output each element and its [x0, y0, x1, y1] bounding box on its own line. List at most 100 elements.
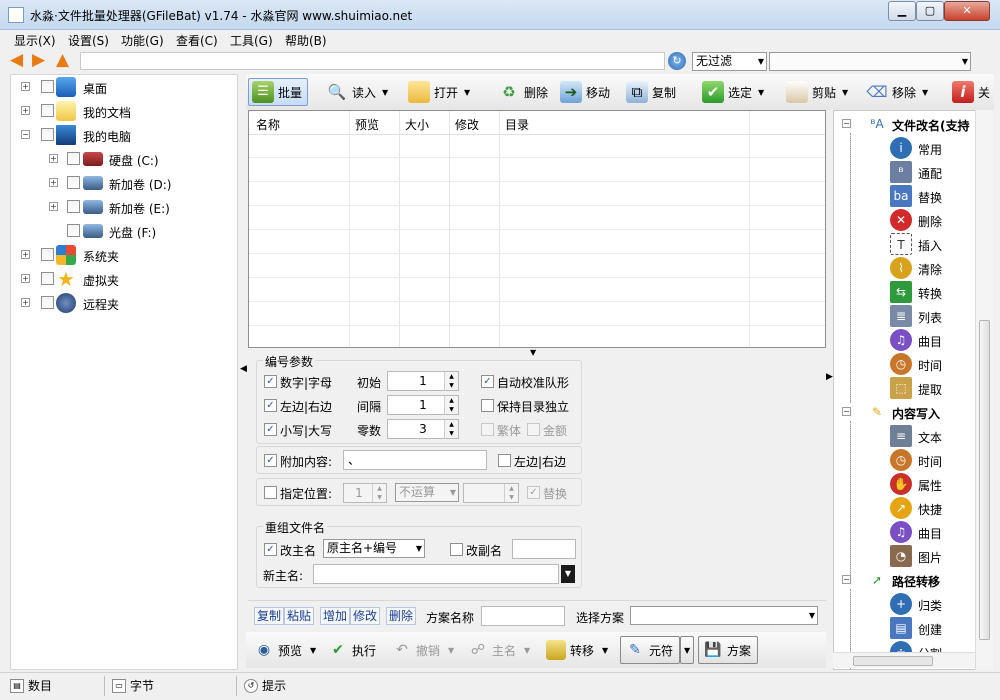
tree-checkbox[interactable]	[41, 104, 54, 117]
spinner-arrows-icon[interactable]: ▲ ▼	[372, 484, 386, 502]
chevron-down-icon[interactable]: ▼	[448, 646, 454, 655]
column-size[interactable]: 大小	[405, 116, 429, 133]
func-attributes[interactable]: ✋ 属性	[890, 473, 980, 495]
tree-checkbox[interactable]	[41, 296, 54, 309]
lower-upper-checkbox[interactable]: ✓	[264, 423, 277, 436]
transfer-button[interactable]: 转移 ▼	[546, 636, 608, 664]
interval-spinner[interactable]: 1 ▲ ▼	[387, 395, 459, 415]
menu-settings[interactable]: 设置(S)	[68, 32, 109, 49]
position-spinner[interactable]: 1 ▲ ▼	[343, 483, 387, 503]
spinner-arrows-icon[interactable]: ▲ ▼	[504, 484, 518, 502]
left-splitter[interactable]: ◀	[240, 74, 247, 670]
column-directory[interactable]: 目录	[505, 116, 529, 133]
menu-view[interactable]: 查看(C)	[176, 32, 218, 49]
filter-select[interactable]: 无过滤 ▼	[692, 52, 767, 71]
minimize-button[interactable]: ▁	[888, 1, 916, 21]
spinner-arrows-icon[interactable]: ▲ ▼	[444, 420, 458, 438]
expand-icon[interactable]: +	[21, 250, 30, 259]
chevron-down-icon[interactable]: ▼	[922, 88, 928, 97]
replace-checkbox[interactable]: ✓	[527, 486, 540, 499]
expand-icon[interactable]: +	[21, 274, 30, 283]
tree-item-drive-c[interactable]: + 硬盘 (C:)	[49, 149, 234, 169]
delete-button[interactable]: ♻ 删除	[498, 78, 548, 106]
func-delete[interactable]: ✕ 删除	[890, 209, 980, 231]
path-input[interactable]	[80, 52, 665, 70]
position-op-select[interactable]: 不运算 ▼	[395, 483, 459, 502]
expand-icon[interactable]: +	[49, 154, 58, 163]
new-main-dropdown-icon[interactable]: ▼	[561, 565, 575, 583]
left-right-checkbox[interactable]: ✓	[264, 399, 277, 412]
main-mode-select[interactable]: 原主名+编号 ▼	[323, 539, 425, 558]
tree-checkbox[interactable]	[67, 200, 80, 213]
batch-button[interactable]: ☰ 批量	[248, 78, 309, 106]
tree-checkbox[interactable]	[41, 248, 54, 261]
scheme-name-input[interactable]	[481, 606, 565, 626]
zeros-spinner[interactable]: 3 ▲ ▼	[387, 419, 459, 439]
tree-checkbox[interactable]	[41, 128, 54, 141]
scrollbar-thumb[interactable]	[853, 656, 933, 666]
append-checkbox[interactable]: ✓	[264, 454, 277, 467]
up-arrow-icon[interactable]: ▲	[56, 52, 74, 70]
traditional-checkbox[interactable]	[481, 423, 494, 436]
scrollbar-thumb[interactable]	[979, 320, 990, 640]
func-picture[interactable]: ◔ 图片	[890, 545, 980, 567]
func-extract[interactable]: ⬚ 提取	[890, 377, 980, 399]
func-list[interactable]: ≣ 列表	[890, 305, 980, 327]
amount-checkbox[interactable]	[527, 423, 540, 436]
append-input[interactable]: 、	[343, 450, 487, 470]
tree-item-system[interactable]: + 系统夹	[21, 245, 231, 265]
meta-dropdown-button[interactable]: ▼	[680, 636, 695, 664]
tree-item-virtual[interactable]: + ★ 虚拟夹	[21, 269, 231, 289]
start-spinner[interactable]: 1 ▲ ▼	[387, 371, 459, 391]
close-button[interactable]: ✕	[944, 1, 990, 21]
function-panel-hscrollbar[interactable]	[833, 652, 975, 668]
refresh-icon[interactable]: ↻	[668, 52, 686, 70]
menu-display[interactable]: 显示(X)	[14, 32, 56, 49]
collapse-icon[interactable]: −	[842, 575, 851, 584]
maximize-button[interactable]: ▢	[916, 1, 944, 21]
meta-button[interactable]: ✎ 元符	[620, 636, 681, 664]
chevron-down-icon[interactable]: ▼	[842, 88, 848, 97]
chevron-down-icon[interactable]: ▼	[602, 646, 608, 655]
collapse-icon[interactable]: −	[21, 130, 30, 139]
func-insert[interactable]: T 插入	[890, 233, 980, 255]
func-convert[interactable]: ⇆ 转换	[890, 281, 980, 303]
collapse-icon[interactable]: −	[842, 407, 851, 416]
func-create[interactable]: ▤ 创建	[890, 617, 980, 639]
group-path-transfer[interactable]: − ➚ 路径转移	[842, 569, 992, 591]
spinner-arrows-icon[interactable]: ▲ ▼	[444, 372, 458, 390]
collapse-right-icon[interactable]: ▶	[826, 372, 833, 382]
chevron-down-icon[interactable]: ▼	[758, 88, 764, 97]
func-common[interactable]: i 常用	[890, 137, 980, 159]
forward-arrow-icon[interactable]: ▶	[32, 52, 50, 70]
expand-icon[interactable]: +	[21, 298, 30, 307]
file-list[interactable]: 名称 预览 大小 修改 目录	[248, 110, 826, 348]
collapse-down-icon[interactable]: ▼	[530, 348, 536, 357]
scheme-paste-button[interactable]: 粘贴	[284, 607, 315, 625]
group-rename[interactable]: − ᴮA 文件改名(支持	[842, 113, 992, 135]
tree-checkbox[interactable]	[67, 176, 80, 189]
change-main-checkbox[interactable]: ✓	[264, 543, 277, 556]
menu-help[interactable]: 帮助(B)	[285, 32, 327, 49]
menu-tools[interactable]: 工具(G)	[230, 32, 273, 49]
func-time[interactable]: ◷ 时间	[890, 353, 980, 375]
main-name-button[interactable]: ☍ 主名 ▼	[468, 636, 530, 664]
expand-icon[interactable]: +	[21, 106, 30, 115]
cut-button[interactable]: 剪贴 ▼	[786, 78, 848, 106]
preview-button[interactable]: ◉ 预览 ▼	[254, 636, 316, 664]
remove-button[interactable]: ⌫ 移除 ▼	[866, 78, 928, 106]
chevron-down-icon[interactable]: ▼	[524, 646, 530, 655]
func-classify[interactable]: + 归类	[890, 593, 980, 615]
move-button[interactable]: ➔ 移动	[560, 78, 610, 106]
tree-item-computer[interactable]: − 我的电脑	[21, 125, 231, 145]
func-clear[interactable]: ⌇ 清除	[890, 257, 980, 279]
tree-item-desktop[interactable]: + 桌面	[21, 77, 231, 97]
open-button[interactable]: 打开 ▼	[408, 78, 470, 106]
menu-functions[interactable]: 功能(G)	[121, 32, 164, 49]
func-shortcut[interactable]: ↗ 快捷	[890, 497, 980, 519]
right-splitter[interactable]: ▶	[826, 110, 833, 670]
collapse-icon[interactable]: −	[842, 119, 851, 128]
scheme-copy-button[interactable]: 复制	[254, 607, 285, 625]
scheme-add-button[interactable]: 增加	[320, 607, 351, 625]
tree-item-drive-d[interactable]: + 新加卷 (D:)	[49, 173, 234, 193]
